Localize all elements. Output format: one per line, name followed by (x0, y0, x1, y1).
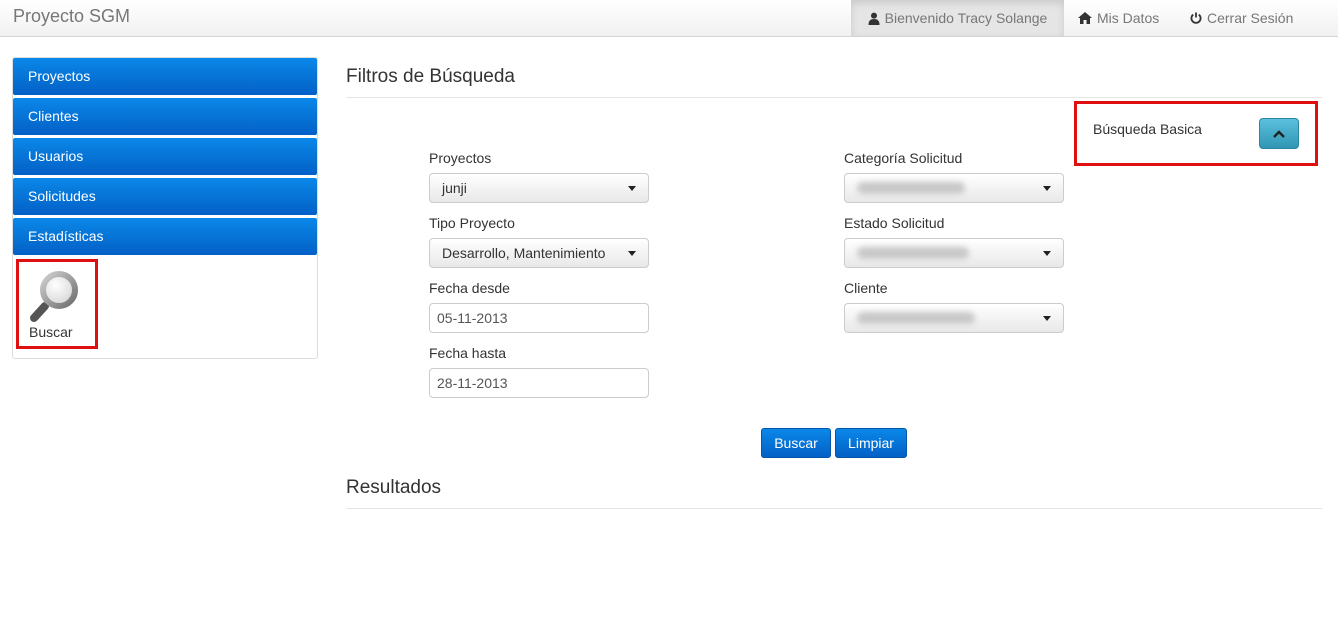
fecha-desde-label: Fecha desde (429, 280, 510, 296)
buscar-button[interactable]: Buscar (761, 428, 831, 458)
estado-solicitud-select[interactable] (844, 238, 1064, 268)
categoria-solicitud-label: Categoría Solicitud (844, 150, 963, 166)
power-icon (1190, 12, 1202, 24)
nav-welcome-label: Bienvenido Tracy Solange (884, 10, 1048, 26)
navbar-right: Bienvenido Tracy Solange Mis Datos Cerra… (851, 0, 1338, 36)
cliente-label: Cliente (844, 280, 888, 296)
cliente-select[interactable] (844, 303, 1064, 333)
sidebar: Proyectos Clientes Usuarios Solicitudes … (12, 57, 318, 359)
caret-down-icon (628, 251, 636, 256)
sidebar-item-usuarios[interactable]: Usuarios (13, 138, 317, 175)
proyectos-select[interactable]: junji (429, 173, 649, 203)
fecha-desde-input[interactable] (429, 303, 649, 333)
nav-mis-datos[interactable]: Mis Datos (1064, 0, 1176, 36)
sidebar-item-clientes[interactable]: Clientes (13, 98, 317, 135)
nav-welcome-user[interactable]: Bienvenido Tracy Solange (851, 0, 1064, 36)
search-tile[interactable]: Buscar (16, 259, 98, 349)
tipo-proyecto-select[interactable]: Desarrollo, Mantenimiento (429, 238, 649, 268)
caret-down-icon (1043, 316, 1051, 321)
home-icon (1078, 12, 1092, 24)
proyectos-label: Proyectos (429, 150, 492, 166)
chevron-up-icon (1273, 129, 1285, 138)
caret-down-icon (1043, 251, 1051, 256)
sidebar-item-estadisticas[interactable]: Estadísticas (13, 218, 317, 255)
estado-solicitud-label: Estado Solicitud (844, 215, 945, 231)
limpiar-button[interactable]: Limpiar (835, 428, 907, 458)
caret-down-icon (628, 186, 636, 191)
fecha-hasta-input[interactable] (429, 368, 649, 398)
filters-title: Filtros de Búsqueda (346, 66, 515, 87)
search-tile-label: Buscar (29, 324, 73, 340)
results-title: Resultados (346, 477, 442, 498)
brand-title[interactable]: Proyecto SGM (13, 6, 130, 27)
results-divider (346, 508, 1322, 509)
top-navbar: Proyecto SGM Bienvenido Tracy Solange Mi… (0, 0, 1338, 37)
fecha-hasta-label: Fecha hasta (429, 345, 507, 361)
blurred-value (857, 312, 975, 324)
magnifier-icon (30, 271, 78, 322)
tipo-proyecto-select-value: Desarrollo, Mantenimiento (442, 245, 606, 261)
nav-mis-datos-label: Mis Datos (1097, 10, 1160, 26)
sidebar-item-proyectos[interactable]: Proyectos (13, 58, 317, 95)
caret-down-icon (1043, 186, 1051, 191)
categoria-solicitud-select[interactable] (844, 173, 1064, 203)
filters-divider (346, 97, 1322, 98)
proyectos-select-value: junji (442, 180, 467, 196)
sidebar-item-solicitudes[interactable]: Solicitudes (13, 178, 317, 215)
nav-cerrar-sesion-label: Cerrar Sesión (1207, 10, 1294, 26)
collapse-filters-button[interactable] (1259, 118, 1299, 149)
blurred-value (857, 247, 969, 259)
tipo-proyecto-label: Tipo Proyecto (429, 215, 515, 231)
user-icon (868, 12, 880, 25)
basic-search-box: Búsqueda Basica (1074, 101, 1318, 166)
basic-search-label: Búsqueda Basica (1093, 121, 1202, 137)
nav-cerrar-sesion[interactable]: Cerrar Sesión (1176, 0, 1316, 36)
blurred-value (857, 182, 965, 194)
